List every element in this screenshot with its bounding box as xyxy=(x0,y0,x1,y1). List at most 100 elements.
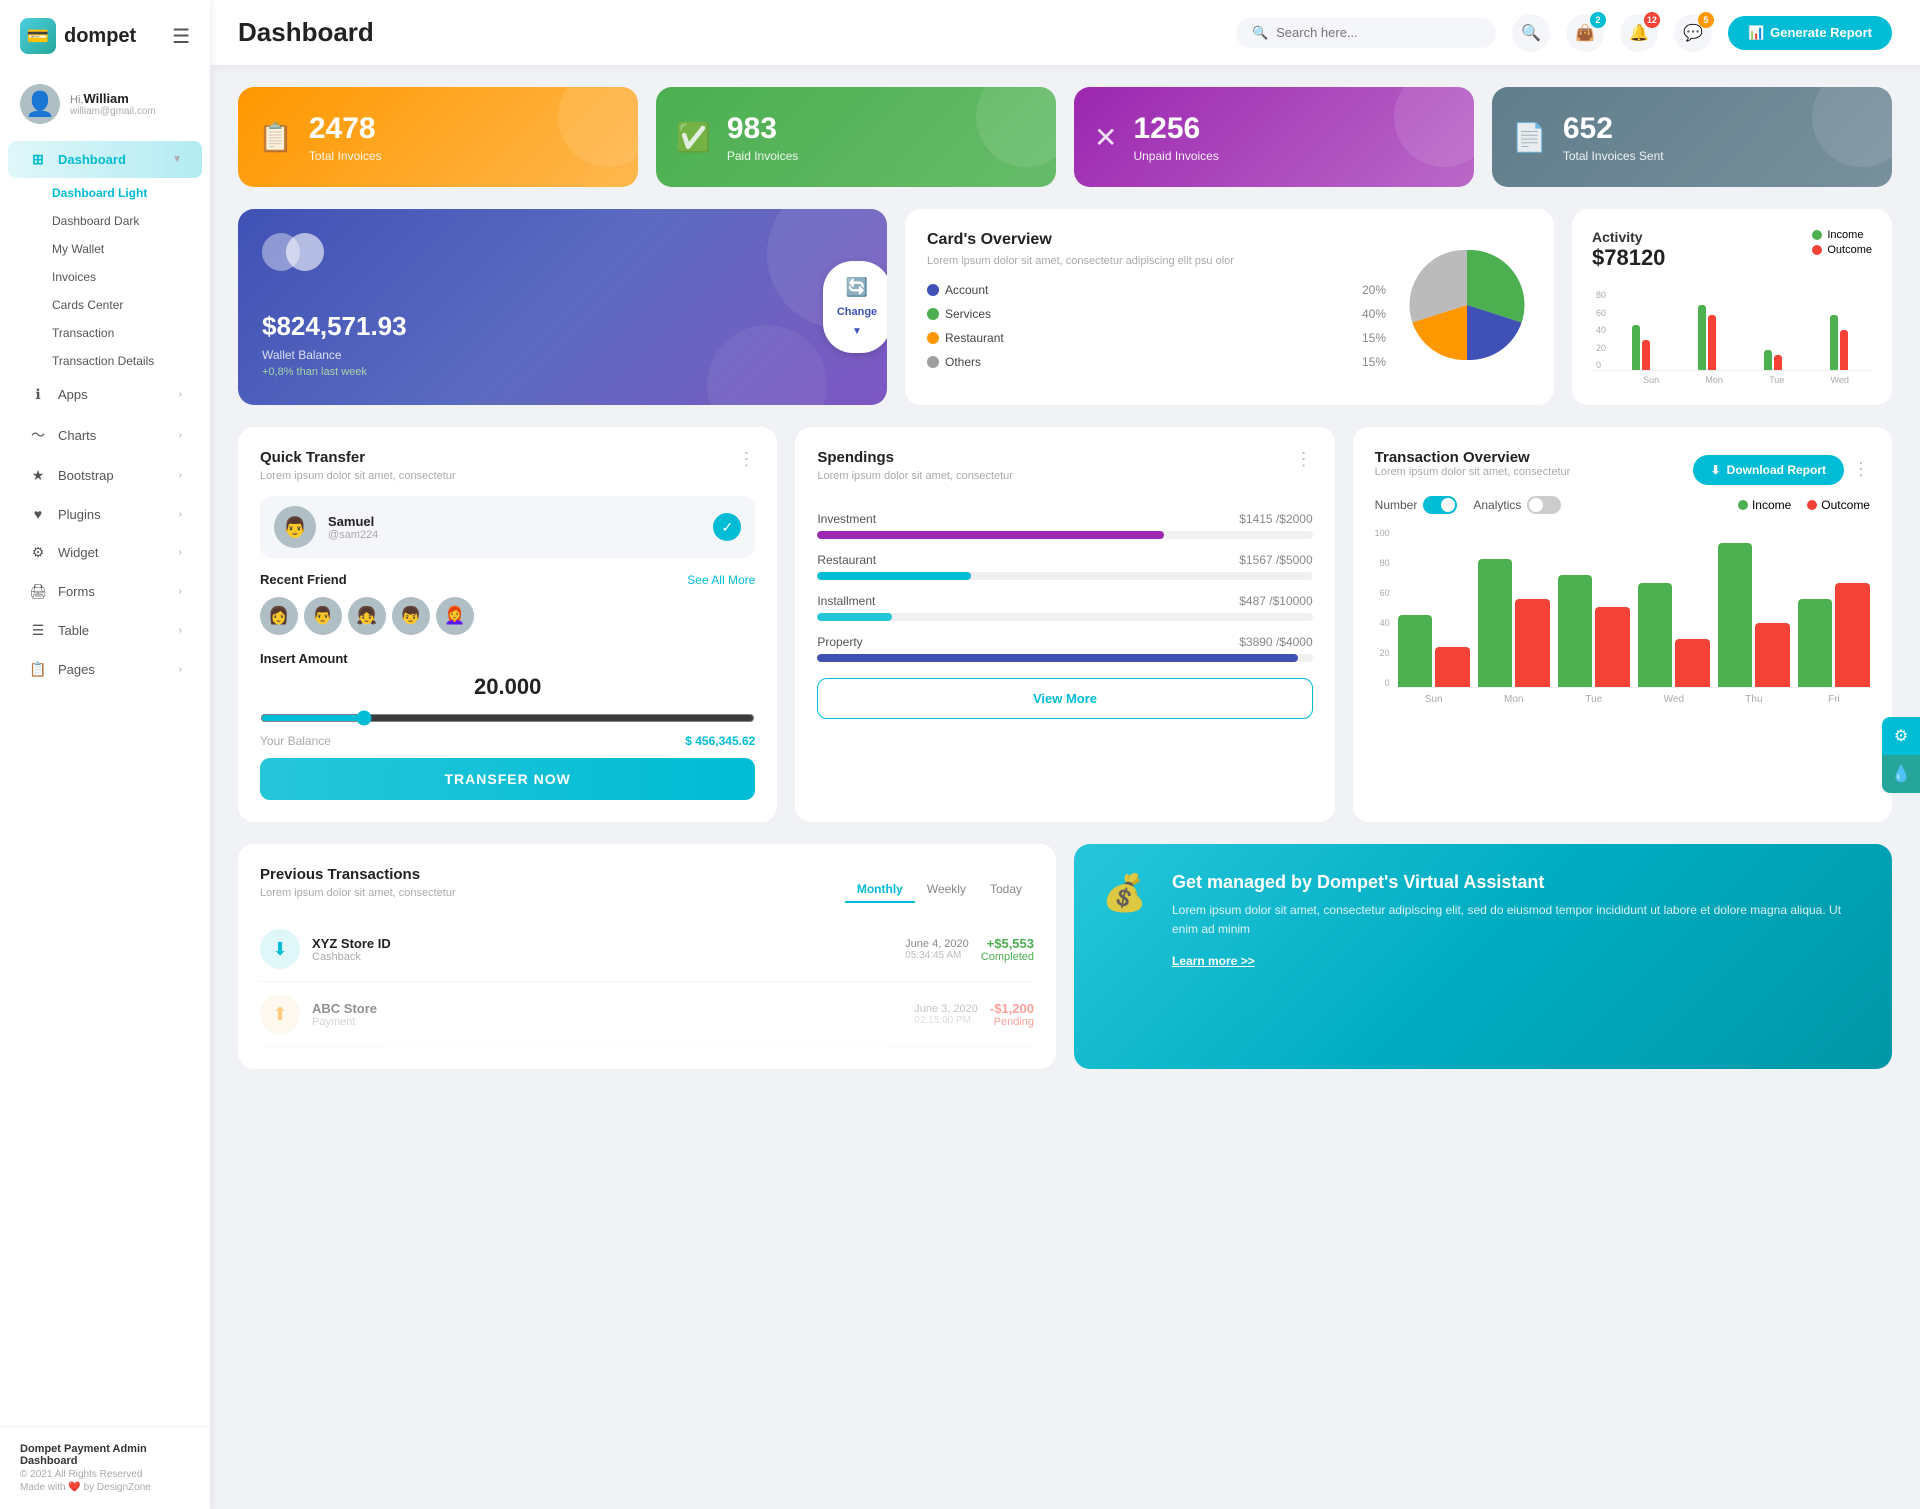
quick-transfer-card: Quick Transfer Lorem ipsum dolor sit ame… xyxy=(238,427,777,822)
person-avatar: 👨 xyxy=(274,506,316,548)
unpaid-invoices-label: Unpaid Invoices xyxy=(1133,149,1218,163)
right-fab: ⚙ 💧 xyxy=(1882,717,1920,793)
nav-item-pages[interactable]: 📋 Pages › xyxy=(8,651,202,688)
pages-icon: 📋 xyxy=(28,661,48,678)
nav-item-bootstrap[interactable]: ★ Bootstrap › xyxy=(8,457,202,494)
nav-sub-my-wallet[interactable]: My Wallet xyxy=(0,235,210,263)
nav-sub-cards-center[interactable]: Cards Center xyxy=(0,291,210,319)
nav-item-apps[interactable]: ℹ Apps › xyxy=(8,376,202,413)
search-bar: 🔍 xyxy=(1236,18,1496,48)
tab-weekly[interactable]: Weekly xyxy=(915,877,978,903)
settings-fab-icon: ⚙ xyxy=(1894,726,1908,746)
content-area: 📋 2478 Total Invoices ✅ 983 Paid Invoice… xyxy=(210,65,1920,1509)
assistant-content: Get managed by Dompet's Virtual Assistan… xyxy=(1172,872,1864,968)
nav-item-widget[interactable]: ⚙ Widget › xyxy=(8,534,202,571)
widget-arrow: › xyxy=(179,547,182,558)
person-id: @sam224 xyxy=(328,529,378,541)
nav-item-plugins[interactable]: ♥ Plugins › xyxy=(8,496,202,532)
spending-property: Property $3890 /$4000 xyxy=(817,635,1312,662)
bars-big xyxy=(1398,528,1870,688)
txn-item-icon: ⬇ xyxy=(260,929,300,969)
restaurant-progress xyxy=(817,572,971,580)
amount-slider[interactable] xyxy=(260,710,755,726)
see-all-button[interactable]: See All More xyxy=(687,573,755,587)
change-icon: 🔄 xyxy=(846,277,868,298)
footer-made: Made with ❤️ by DesignZone xyxy=(20,1482,190,1493)
nav-label-apps: Apps xyxy=(58,387,169,402)
spendings-title: Spendings xyxy=(817,449,1013,466)
charts-arrow: › xyxy=(179,430,182,441)
activity-title-area: Activity $78120 xyxy=(1592,229,1665,285)
balance-row: Your Balance $ 456,345.62 xyxy=(260,734,755,748)
friend-2: 👨 xyxy=(304,597,342,635)
nav-item-table[interactable]: ☰ Table › xyxy=(8,612,202,649)
investment-label: Investment xyxy=(817,512,876,526)
tab-today[interactable]: Today xyxy=(978,877,1034,903)
chat-badge: 5 xyxy=(1698,12,1714,28)
sent-invoices-label: Total Invoices Sent xyxy=(1563,149,1664,163)
bar-tue xyxy=(1558,575,1630,687)
paid-invoices-icon: ✅ xyxy=(676,121,711,154)
nav-label-plugins: Plugins xyxy=(58,507,169,522)
bar-group-mon xyxy=(1678,305,1736,370)
generate-report-button[interactable]: 📊 Generate Report xyxy=(1728,16,1892,50)
friend-1: 👩 xyxy=(260,597,298,635)
transfer-now-button[interactable]: TRANSFER NOW xyxy=(260,758,755,800)
txn-menu-icon[interactable]: ⋮ xyxy=(1852,459,1870,480)
nav-item-dashboard[interactable]: ⊞ Dashboard ▼ xyxy=(8,141,202,178)
installment-amounts: $487 /$10000 xyxy=(1239,594,1312,608)
nav-sub-invoices[interactable]: Invoices xyxy=(0,263,210,291)
quick-transfer-menu-icon[interactable]: ⋮ xyxy=(737,449,755,470)
unpaid-invoices-icon: ✕ xyxy=(1094,121,1117,154)
prev-txn-header: Previous Transactions Lorem ipsum dolor … xyxy=(260,866,1034,913)
sent-invoices-info: 652 Total Invoices Sent xyxy=(1563,112,1664,163)
search-input[interactable] xyxy=(1276,25,1456,40)
wallet-button[interactable]: 👜 2 xyxy=(1566,14,1604,52)
hamburger-icon[interactable]: ☰ xyxy=(172,24,190,49)
restaurant-amounts: $1567 /$5000 xyxy=(1239,553,1312,567)
spendings-menu-icon[interactable]: ⋮ xyxy=(1295,449,1313,470)
x-mon: Mon xyxy=(1478,694,1550,705)
assistant-icon: 💰 xyxy=(1102,872,1152,914)
tab-monthly[interactable]: Monthly xyxy=(845,877,915,903)
analytics-toggle[interactable] xyxy=(1527,496,1561,514)
learn-more-link[interactable]: Learn more >> xyxy=(1172,954,1255,968)
property-amounts: $3890 /$4000 xyxy=(1239,635,1312,649)
txn-type-2: Payment xyxy=(312,1016,902,1028)
legend-restaurant: Restaurant 15% xyxy=(927,331,1386,345)
page-title: Dashboard xyxy=(238,17,1220,48)
nav-sub-dashboard-dark[interactable]: Dashboard Dark xyxy=(0,207,210,235)
user-email: william@gmail.com xyxy=(70,106,156,117)
nav-sub-transaction-details[interactable]: Transaction Details xyxy=(0,347,210,375)
sent-invoices-number: 652 xyxy=(1563,112,1664,146)
view-more-button[interactable]: View More xyxy=(817,678,1312,719)
recent-friends-header: Recent Friend See All More xyxy=(260,572,755,587)
total-invoices-icon: 📋 xyxy=(258,121,293,154)
stat-card-total-invoices: 📋 2478 Total Invoices xyxy=(238,87,638,187)
legend-account: Account 20% xyxy=(927,283,1386,297)
chat-button[interactable]: 💬 5 xyxy=(1674,14,1712,52)
prev-txn-title: Previous Transactions xyxy=(260,866,456,883)
number-toggle[interactable] xyxy=(1423,496,1457,514)
txn-name-2: ABC Store xyxy=(312,1001,902,1016)
change-btn-wrapper: 🔄 Change ▼ xyxy=(827,209,887,405)
spendings-desc: Lorem ipsum dolor sit amet, consectetur xyxy=(817,470,1013,482)
nav-item-forms[interactable]: 🖨 Forms › xyxy=(8,573,202,610)
settings-fab-button[interactable]: ⚙ xyxy=(1882,717,1920,755)
change-button[interactable]: 🔄 Change ▼ xyxy=(823,261,887,353)
nav-sub-transaction[interactable]: Transaction xyxy=(0,319,210,347)
water-fab-button[interactable]: 💧 xyxy=(1882,755,1920,793)
notification-button[interactable]: 🔔 12 xyxy=(1620,14,1658,52)
nav-sub-dashboard-light[interactable]: Dashboard Light xyxy=(0,179,210,207)
nav-item-charts[interactable]: 〜 Charts › xyxy=(8,415,202,455)
label-sun: Sun xyxy=(1643,375,1659,385)
friends-avatars: 👩 👨 👧 👦 👩‍🦰 xyxy=(260,597,755,635)
search-button[interactable]: 🔍 xyxy=(1512,14,1550,52)
download-report-button[interactable]: ⬇ Download Report xyxy=(1693,455,1844,485)
search-btn-icon: 🔍 xyxy=(1521,23,1541,43)
bar-chart-wrapper: Sun Mon Tue Wed Thu Fri xyxy=(1398,528,1870,705)
main-area: Dashboard 🔍 🔍 👜 2 🔔 12 💬 5 📊 Generate Re… xyxy=(210,0,1920,1509)
change-chevron: ▼ xyxy=(852,326,862,337)
pie-chart-svg xyxy=(1402,240,1532,370)
total-invoices-number: 2478 xyxy=(309,112,382,146)
